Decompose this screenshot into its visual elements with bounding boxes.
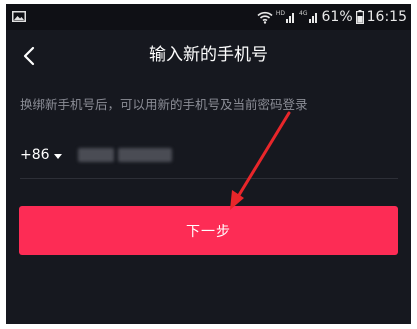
signal-tag-4g: 4G	[299, 10, 308, 17]
phone-screen: HD 4G 61% 16:15 输入新的手机号 换绑新手机号后，可以用新的手机号…	[6, 4, 411, 324]
redacted-number	[118, 148, 172, 162]
signal-hd: HD	[276, 11, 296, 23]
signal-tag-hd: HD	[275, 10, 286, 17]
signal-4g: 4G	[299, 11, 318, 23]
input-divider	[20, 178, 398, 179]
status-bar: HD 4G 61% 16:15	[6, 4, 411, 30]
next-button-label: 下一步	[186, 223, 231, 240]
battery-percent: 61%	[321, 9, 353, 25]
country-code-label: +86	[20, 147, 50, 163]
redacted-number	[78, 148, 114, 162]
wifi-icon	[257, 11, 273, 24]
gallery-icon	[12, 11, 26, 22]
clock: 16:15	[366, 9, 407, 25]
battery-icon	[355, 10, 364, 24]
hint-text: 换绑新手机号后，可以用新的手机号及当前密码登录	[20, 97, 308, 112]
nav-bar: 输入新的手机号	[6, 30, 411, 82]
phone-number-input[interactable]	[72, 140, 392, 170]
signal-icon	[286, 13, 295, 23]
signal-icon	[308, 13, 317, 23]
next-button[interactable]: 下一步	[19, 206, 398, 255]
screenshot-root: HD 4G 61% 16:15 输入新的手机号 换绑新手机号后，可以用新的手机号…	[0, 0, 417, 329]
country-code-selector[interactable]: +86	[20, 143, 62, 167]
status-indicators: HD 4G 61% 16:15	[257, 7, 407, 27]
page-title: 输入新的手机号	[149, 45, 268, 65]
dropdown-caret-icon	[53, 153, 62, 159]
